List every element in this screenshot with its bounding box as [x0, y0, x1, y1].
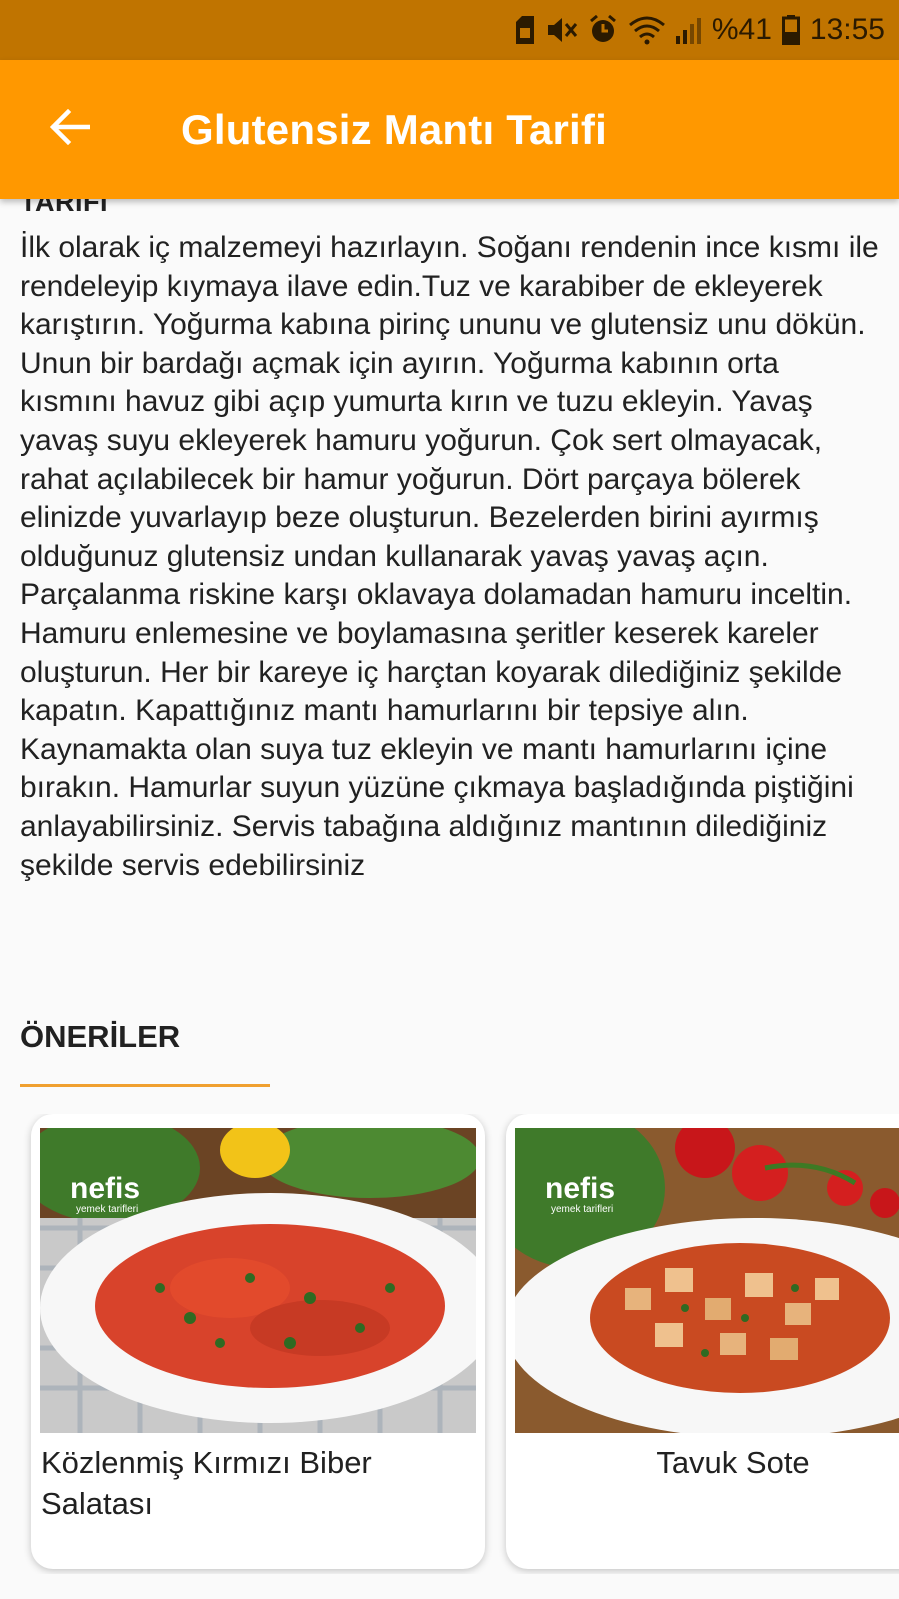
nefis-logo-subtitle: yemek tarifleri	[76, 1204, 139, 1215]
status-time: 13:55	[809, 13, 885, 46]
suggestions-divider	[20, 1084, 270, 1087]
back-button[interactable]	[0, 60, 140, 199]
arrow-left-icon	[49, 108, 91, 150]
status-bar: %41 13:55	[0, 0, 899, 60]
nefis-logo-subtitle: yemek tarifleri	[551, 1204, 614, 1215]
signal-icon	[675, 16, 702, 44]
nefis-logo: nefis	[70, 1172, 141, 1205]
app-bar: Glutensiz Mantı Tarifi	[0, 60, 899, 199]
suggestions-heading: ÖNERİLER	[20, 1019, 181, 1054]
sim-card-icon	[514, 16, 536, 44]
page-title: Glutensiz Mantı Tarifi	[181, 105, 607, 153]
recipe-content[interactable]: TARİFİ İlk olarak iç malzemeyi hazırlayı…	[0, 199, 899, 1599]
suggestion-image: nefis yemek tarifleri	[515, 1128, 899, 1433]
suggestions-carousel[interactable]: nefis yemek tarifleri Közlenmiş Kırmızı …	[0, 1114, 899, 1574]
wifi-icon	[628, 15, 666, 45]
alarm-icon	[588, 15, 618, 45]
mute-icon	[546, 16, 578, 44]
suggestion-card[interactable]: nefis yemek tarifleri Közlenmiş Kırmızı …	[31, 1114, 485, 1569]
nefis-logo: nefis	[545, 1172, 616, 1205]
suggestion-image: nefis yemek tarifleri	[40, 1128, 476, 1433]
recipe-instructions: İlk olarak iç malzemeyi hazırlayın. Soğa…	[20, 231, 879, 882]
suggestion-card[interactable]: nefis yemek tarifleri Tavuk Sote	[506, 1114, 899, 1569]
battery-percent: %41	[711, 13, 772, 46]
battery-icon	[781, 15, 800, 45]
suggestion-title: Közlenmiş Kırmızı Biber Salatası	[41, 1445, 372, 1521]
suggestion-title: Tavuk Sote	[656, 1445, 810, 1480]
recipe-section-heading: TARİFİ	[20, 199, 108, 217]
